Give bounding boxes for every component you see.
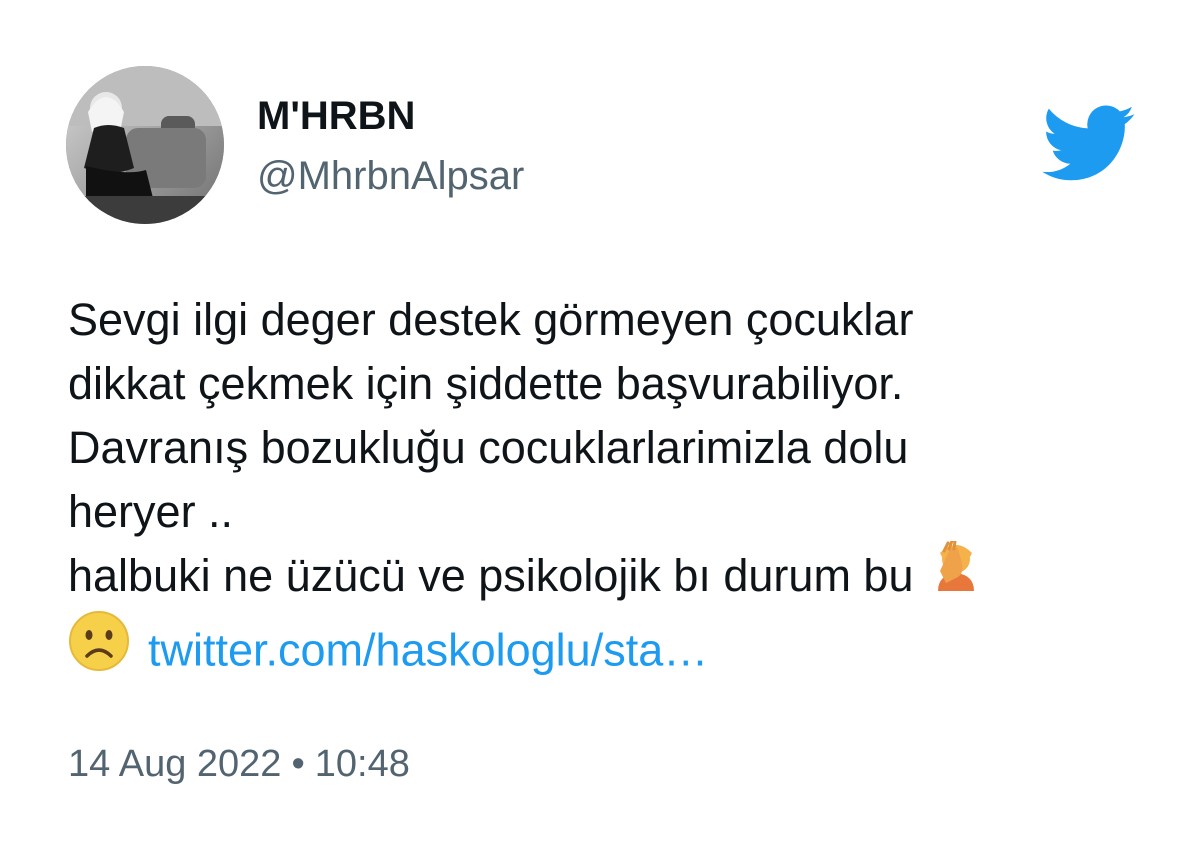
tweet-timestamp[interactable]: 14 Aug 2022 • 10:48: [68, 740, 410, 788]
timestamp-separator: •: [291, 743, 305, 785]
tweet-line-with-link: twitter.com/haskologlu/sta…: [68, 610, 1128, 693]
display-name[interactable]: M'HRBN: [257, 92, 415, 140]
frowning-face-emoji-icon: [68, 610, 130, 689]
facepalm-emoji-icon: [932, 539, 980, 610]
tweet-text: Sevgi ilgi deger destek görmeyen çocukla…: [68, 288, 1128, 693]
tweet-line-with-emoji: halbuki ne üzücü ve psikolojik bı durum …: [68, 539, 1128, 614]
tweet-card: M'HRBN @MhrbnAlpsar Sevgi ilgi deger des…: [0, 0, 1200, 852]
tweet-line: Davranış bozukluğu cocuklarlarimizla dol…: [68, 422, 909, 473]
avatar[interactable]: [66, 66, 224, 224]
tweet-date: 14 Aug 2022: [68, 743, 282, 785]
tweet-line: Sevgi ilgi deger destek görmeyen çocukla…: [68, 294, 914, 345]
user-handle[interactable]: @MhrbnAlpsar: [257, 152, 524, 200]
tweet-time: 10:48: [314, 743, 410, 785]
tweet-link[interactable]: twitter.com/haskologlu/sta…: [148, 624, 708, 675]
tweet-line: halbuki ne üzücü ve psikolojik bı durum …: [68, 550, 914, 601]
avatar-photo: [66, 66, 224, 224]
tweet-line: dikkat çekmek için şiddette başvurabiliy…: [68, 358, 904, 409]
twitter-bird-icon[interactable]: [1042, 105, 1136, 183]
tweet-line: heryer ..: [68, 486, 234, 537]
